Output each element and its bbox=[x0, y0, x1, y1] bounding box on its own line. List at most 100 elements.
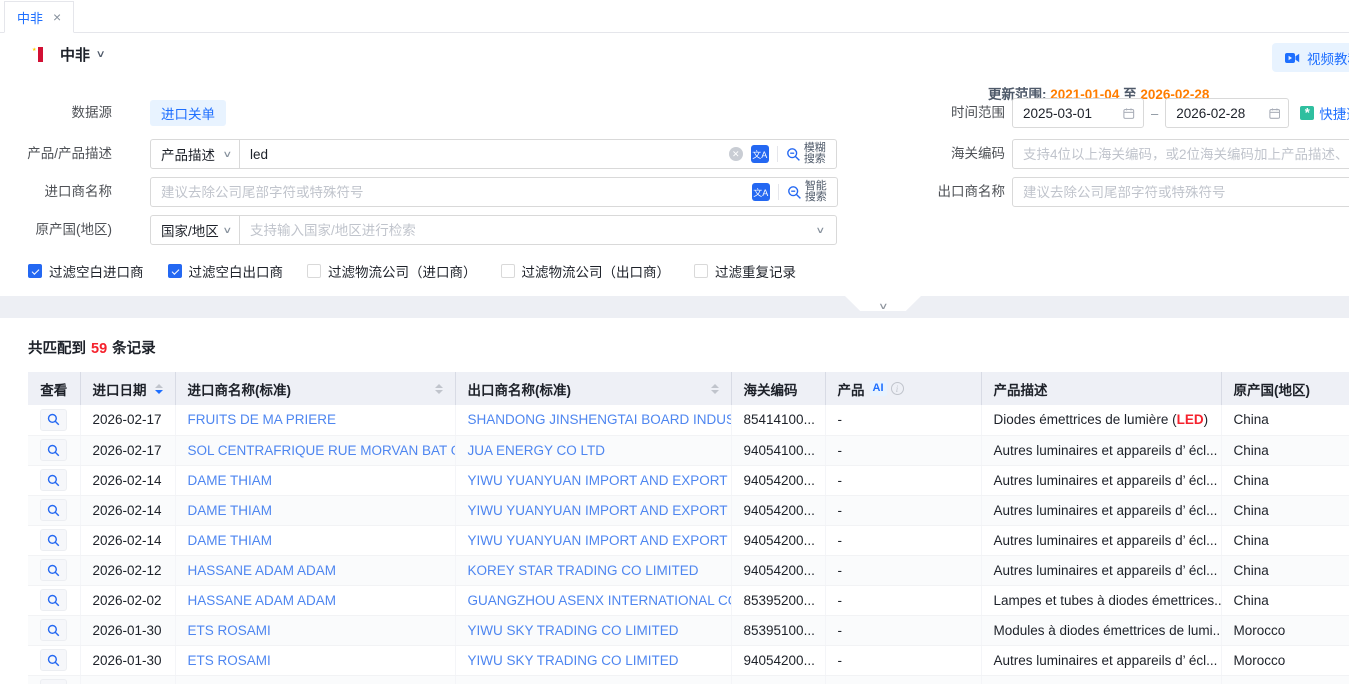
translate-icon[interactable]: 文A bbox=[751, 145, 769, 163]
exporter-name-link[interactable]: YIWU SKY TRADING CO LIMITED bbox=[455, 645, 731, 675]
view-record-button[interactable] bbox=[40, 679, 67, 684]
checkbox-unchecked-icon[interactable] bbox=[501, 264, 515, 278]
start-date-field[interactable] bbox=[1012, 98, 1144, 128]
importer-name-link[interactable]: DAME THIAM bbox=[175, 525, 455, 555]
sort-importer-name[interactable] bbox=[435, 384, 443, 394]
filter-checkbox-3[interactable]: 过滤物流公司（出口商） bbox=[501, 261, 671, 281]
importer-name-link[interactable]: ETS ROSAMI bbox=[175, 675, 455, 684]
hs-code-label: 海关编码 bbox=[893, 139, 1005, 169]
exporter-name-link[interactable]: JUA ENERGY CO LTD bbox=[455, 435, 731, 465]
product-desc-cell: Modules à diodes émettrices de lumi... bbox=[981, 615, 1221, 645]
exporter-name-link[interactable]: GUANGZHOU ASENX INTERNATIONAL CO ... bbox=[455, 585, 731, 615]
quick-select-label: 快捷选择 bbox=[1319, 103, 1349, 123]
end-date-input[interactable] bbox=[1166, 106, 1269, 121]
chevron-down-icon: ∨ bbox=[223, 225, 233, 236]
smart-search-button[interactable]: 智能搜索 bbox=[787, 181, 829, 204]
checkbox-unchecked-icon[interactable] bbox=[307, 264, 321, 278]
exporter-name-input[interactable] bbox=[1013, 185, 1349, 200]
hs-code-input[interactable] bbox=[1013, 147, 1349, 162]
importer-name-link[interactable]: ETS ROSAMI bbox=[175, 615, 455, 645]
origin-type-select[interactable]: 国家/地区 ∨ bbox=[150, 215, 240, 245]
filter-checkbox-4[interactable]: 过滤重复记录 bbox=[694, 261, 796, 281]
col-importer-name[interactable]: 进口商名称(标准) bbox=[175, 372, 455, 405]
filter-checkbox-1[interactable]: 过滤空白出口商 bbox=[168, 261, 284, 281]
hs-code-cell: 94054100... bbox=[731, 435, 825, 465]
checkbox-checked-icon[interactable] bbox=[28, 264, 42, 278]
chevron-down-icon: ∨ bbox=[878, 301, 889, 311]
exporter-name-link[interactable]: KOREY STAR TRADING CO LIMITED bbox=[455, 555, 731, 585]
product-desc-cell: Lampes et tubes à diodes émettrices... bbox=[981, 585, 1221, 615]
tab-close-icon[interactable]: × bbox=[53, 9, 61, 25]
import-declaration-chip[interactable]: 进口关单 bbox=[150, 100, 226, 126]
view-record-button[interactable] bbox=[40, 529, 67, 551]
import-date-cell: 2026-02-14 bbox=[80, 465, 175, 495]
smart-search-icon bbox=[787, 185, 802, 200]
view-record-button[interactable] bbox=[40, 409, 67, 431]
importer-name-link[interactable]: SOL CENTRAFRIQUE RUE MORVAN BAT OF... bbox=[175, 435, 455, 465]
magnifier-icon bbox=[47, 413, 60, 426]
country-header[interactable]: ★ 中非 ∨ bbox=[30, 44, 104, 65]
clear-input-icon[interactable]: ✕ bbox=[729, 147, 743, 161]
data-source-label: 数据源 bbox=[0, 98, 112, 128]
view-record-button[interactable] bbox=[40, 559, 67, 581]
translate-icon[interactable]: 文A bbox=[752, 183, 770, 201]
view-record-button[interactable] bbox=[40, 649, 67, 671]
table-row: 2026-02-17 SOL CENTRAFRIQUE RUE MORVAN B… bbox=[28, 435, 1349, 465]
origin-type-value: 国家/地区 bbox=[161, 220, 219, 240]
fuzzy-search-label: 模糊搜索 bbox=[804, 143, 828, 166]
chevron-down-icon[interactable]: ∨ bbox=[96, 49, 106, 60]
view-record-button[interactable] bbox=[40, 439, 67, 461]
exporter-name-link[interactable]: YIWU YUANYUAN IMPORT AND EXPORT C... bbox=[455, 495, 731, 525]
checkbox-unchecked-icon[interactable] bbox=[694, 264, 708, 278]
importer-name-link[interactable]: HASSANE ADAM ADAM bbox=[175, 585, 455, 615]
quick-select-link[interactable]: * 快捷选择 bbox=[1300, 103, 1349, 123]
panel-gap-band: ∨ bbox=[0, 296, 1349, 318]
origin-country-input[interactable] bbox=[240, 223, 817, 238]
filter-checkboxes: 过滤空白进口商 过滤空白出口商 过滤物流公司（进口商） 过滤物流公司（出口商） 过滤重复… bbox=[28, 261, 796, 281]
importer-name-link[interactable]: ETS ROSAMI bbox=[175, 645, 455, 675]
view-record-button[interactable] bbox=[40, 589, 67, 611]
origin-country-cell: China bbox=[1221, 495, 1349, 525]
tab-bar: 中非 × bbox=[0, 0, 1349, 33]
collapse-form-handle[interactable]: ∨ bbox=[845, 296, 921, 311]
exporter-name-link[interactable]: YIWU SKY TRADING CO LIMITED bbox=[455, 675, 731, 684]
video-tutorial-button[interactable]: 视频教程 bbox=[1272, 43, 1349, 72]
col-exporter-name[interactable]: 出口商名称(标准) bbox=[455, 372, 731, 405]
calendar-icon[interactable] bbox=[1269, 107, 1280, 120]
exporter-name-link[interactable]: YIWU YUANYUAN IMPORT AND EXPORT C... bbox=[455, 525, 731, 555]
checkbox-checked-icon[interactable] bbox=[168, 264, 182, 278]
product-search-group: 产品描述 ∨ ✕ 文A 模糊搜索 bbox=[150, 139, 837, 169]
exporter-name-link[interactable]: YIWU YUANYUAN IMPORT AND EXPORT C... bbox=[455, 465, 731, 495]
sort-import-date[interactable] bbox=[155, 384, 163, 394]
view-record-button[interactable] bbox=[40, 619, 67, 641]
importer-name-link[interactable]: HASSANE ADAM ADAM bbox=[175, 555, 455, 585]
importer-name-link[interactable]: DAME THIAM bbox=[175, 465, 455, 495]
importer-name-link[interactable]: FRUITS DE MA PRIERE bbox=[175, 405, 455, 435]
view-record-button[interactable] bbox=[40, 499, 67, 521]
info-icon[interactable]: i bbox=[891, 382, 904, 395]
sort-exporter-name[interactable] bbox=[711, 384, 719, 394]
origin-search-group: 国家/地区 ∨ ∨ bbox=[150, 215, 837, 245]
calendar-icon[interactable] bbox=[1123, 107, 1135, 120]
magnifier-icon bbox=[47, 564, 60, 577]
end-date-field[interactable] bbox=[1165, 98, 1289, 128]
table-row: 2026-01-30 ETS ROSAMI YIWU SKY TRADING C… bbox=[28, 615, 1349, 645]
view-record-button[interactable] bbox=[40, 469, 67, 491]
start-date-input[interactable] bbox=[1013, 106, 1123, 121]
hs-code-cell: 94054200... bbox=[731, 645, 825, 675]
col-import-date[interactable]: 进口日期 bbox=[80, 372, 175, 405]
importer-name-label: 进口商名称 bbox=[0, 177, 112, 207]
importer-name-input[interactable] bbox=[151, 185, 752, 200]
product-search-input[interactable] bbox=[240, 147, 729, 162]
chevron-down-icon[interactable]: ∨ bbox=[816, 225, 826, 236]
exporter-name-link[interactable]: YIWU SKY TRADING CO LIMITED bbox=[455, 615, 731, 645]
importer-name-link[interactable]: DAME THIAM bbox=[175, 495, 455, 525]
exporter-name-link[interactable]: SHANDONG JINSHENGTAI BOARD INDUST... bbox=[455, 405, 731, 435]
filter-checkbox-0[interactable]: 过滤空白进口商 bbox=[28, 261, 144, 281]
filter-checkbox-2[interactable]: 过滤物流公司（进口商） bbox=[307, 261, 477, 281]
filter-checkbox-label: 过滤重复记录 bbox=[715, 261, 796, 281]
product-type-select[interactable]: 产品描述 ∨ bbox=[150, 139, 240, 169]
tab-zhongfei[interactable]: 中非 × bbox=[4, 1, 74, 33]
divider bbox=[777, 146, 778, 162]
fuzzy-search-button[interactable]: 模糊搜索 bbox=[786, 143, 828, 166]
